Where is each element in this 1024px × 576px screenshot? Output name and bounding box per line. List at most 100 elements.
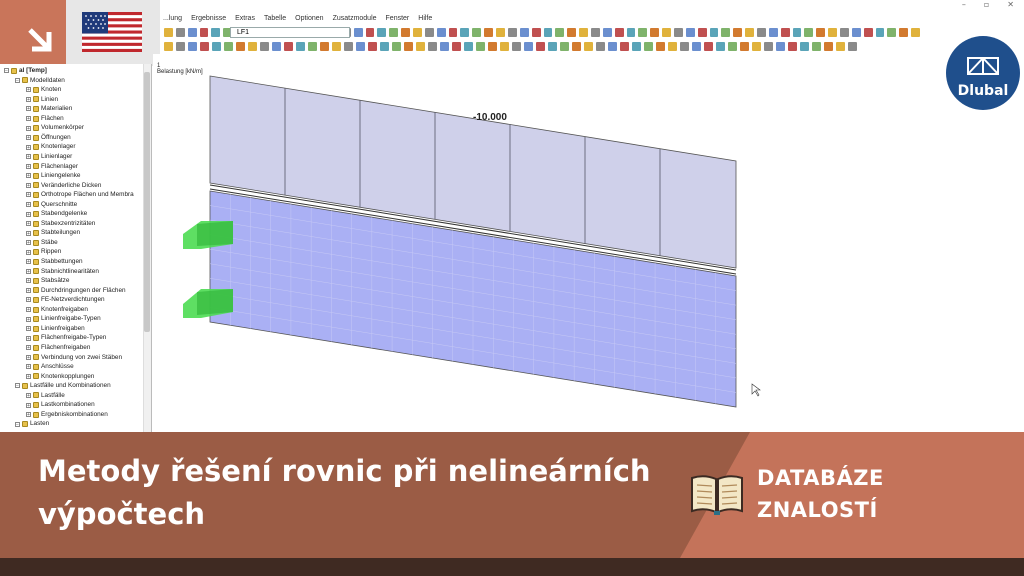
toolbar-button[interactable] <box>464 42 473 51</box>
menu-item[interactable]: Optionen <box>295 15 323 22</box>
expand-toggle-icon[interactable]: + <box>26 402 31 408</box>
tree-item[interactable]: + Lastkombinationen <box>26 400 95 410</box>
expand-toggle-icon[interactable]: + <box>26 287 31 293</box>
expand-toggle-icon[interactable]: + <box>26 316 31 322</box>
expand-toggle-icon[interactable]: + <box>26 307 31 313</box>
tree-item[interactable]: + Stabnichtlinearitäten <box>26 267 99 277</box>
toolbar-button[interactable] <box>875 28 885 37</box>
toolbar-button[interactable] <box>812 42 821 51</box>
toolbar-button[interactable] <box>780 28 790 37</box>
toolbar-button[interactable] <box>614 28 624 37</box>
toolbar-button[interactable] <box>745 28 754 37</box>
expand-toggle-icon[interactable]: + <box>26 268 31 274</box>
toolbar-button[interactable] <box>488 42 497 51</box>
toolbar-button[interactable] <box>716 42 725 51</box>
tree-item[interactable]: + Stabteilungen <box>26 228 80 238</box>
expand-toggle-icon[interactable]: + <box>26 354 31 360</box>
toolbar-button[interactable] <box>512 42 521 51</box>
toolbar-button[interactable] <box>764 42 773 51</box>
tree-item[interactable]: + Knotenlager <box>26 142 75 152</box>
toolbar-button[interactable] <box>824 42 833 51</box>
toolbar-button[interactable] <box>368 42 377 51</box>
tree-item[interactable]: + Stabbettungen <box>26 257 83 267</box>
tree-item[interactable]: + Volumenkörper <box>26 123 84 133</box>
tree-item[interactable]: + Stäbe <box>26 238 58 248</box>
expand-toggle-icon[interactable]: + <box>26 240 31 246</box>
tree-item[interactable]: + Anschlüsse <box>26 362 74 372</box>
menu-item[interactable]: Ergebnisse <box>191 15 226 22</box>
tree-item[interactable]: + Flächenfreigaben <box>26 343 90 353</box>
toolbar-button[interactable] <box>668 42 677 51</box>
toolbar-button[interactable] <box>673 28 683 37</box>
toolbar-button[interactable] <box>436 28 446 37</box>
toolbar-button[interactable] <box>685 28 695 37</box>
toolbar-button[interactable] <box>804 28 814 37</box>
toolbar-button[interactable] <box>428 42 437 51</box>
toolbar-button[interactable] <box>721 28 731 37</box>
toolbar-button[interactable] <box>632 42 641 51</box>
toolbar-button[interactable] <box>602 28 612 37</box>
toolbar-button[interactable] <box>500 42 509 51</box>
expand-toggle-icon[interactable]: + <box>26 154 31 160</box>
toolbar-button[interactable] <box>356 42 365 51</box>
expand-toggle-icon[interactable]: + <box>26 182 31 188</box>
toolbar-button[interactable] <box>344 42 353 51</box>
toolbar-button[interactable] <box>164 28 173 37</box>
tree-item[interactable]: + Linienfreigaben <box>26 324 85 334</box>
menu-item[interactable]: Hilfe <box>418 15 432 22</box>
menu-item[interactable]: Fenster <box>386 15 410 22</box>
toolbar-button[interactable] <box>380 42 389 51</box>
toolbar-button[interactable] <box>662 28 671 37</box>
toolbar-button[interactable] <box>236 42 245 51</box>
expand-toggle-icon[interactable]: + <box>26 116 31 122</box>
expand-toggle-icon[interactable]: + <box>26 192 31 198</box>
minimize-button[interactable]: – <box>962 0 966 10</box>
toolbar-button[interactable] <box>452 42 461 51</box>
toolbar-button[interactable] <box>644 42 653 51</box>
tree-item[interactable]: + Liniengelenke <box>26 171 80 181</box>
toolbar-button[interactable] <box>697 28 707 37</box>
tree-item[interactable]: + FE-Netzverdichtungen <box>26 295 105 305</box>
toolbar-button[interactable] <box>816 28 826 37</box>
toolbar-button[interactable] <box>887 28 897 37</box>
toolbar-button[interactable] <box>284 42 293 51</box>
toolbar-button[interactable] <box>496 28 505 37</box>
toolbar-button[interactable] <box>596 42 605 51</box>
expand-toggle-icon[interactable]: + <box>26 249 31 255</box>
tree-item[interactable]: + Knoten <box>26 85 61 95</box>
toolbar-button[interactable] <box>224 42 233 51</box>
toolbar-button[interactable] <box>332 42 341 51</box>
expand-toggle-icon[interactable]: + <box>26 87 31 93</box>
tree-item[interactable]: + Linienlager <box>26 152 72 162</box>
toolbar-button[interactable] <box>507 28 517 37</box>
toolbar-button[interactable] <box>440 42 449 51</box>
expand-toggle-icon[interactable]: + <box>26 326 31 332</box>
toolbar-button[interactable] <box>164 42 173 51</box>
tree-item[interactable]: + Verbindung von zwei Stäben <box>26 353 122 363</box>
menu-item[interactable]: Extras <box>235 15 255 22</box>
toolbar-button[interactable] <box>353 28 363 37</box>
toolbar-button[interactable] <box>211 28 221 37</box>
toolbar-button[interactable] <box>199 28 209 37</box>
toolbar-button[interactable] <box>560 42 569 51</box>
maximize-button[interactable]: ▫ <box>984 0 989 10</box>
expand-toggle-icon[interactable]: + <box>26 364 31 370</box>
toolbar-button[interactable] <box>404 42 413 51</box>
expand-toggle-icon[interactable]: + <box>26 373 31 379</box>
toolbar-button[interactable] <box>416 42 425 51</box>
tree-item[interactable]: + Ergebniskombinationen <box>26 410 108 420</box>
expand-toggle-icon[interactable]: + <box>26 392 31 398</box>
toolbar-button[interactable] <box>555 28 565 37</box>
toolbar-button[interactable] <box>448 28 458 37</box>
expand-toggle-icon[interactable]: + <box>26 412 31 418</box>
toolbar-button[interactable] <box>728 42 737 51</box>
toolbar-button[interactable] <box>536 42 545 51</box>
expand-toggle-icon[interactable]: + <box>26 163 31 169</box>
toolbar-button[interactable] <box>519 28 529 37</box>
toolbar-button[interactable] <box>733 28 743 37</box>
expand-toggle-icon[interactable]: + <box>26 173 31 179</box>
toolbar-button[interactable] <box>389 28 399 37</box>
toolbar-button[interactable] <box>524 42 533 51</box>
tree-item[interactable]: + Flächenfreigabe-Typen <box>26 333 106 343</box>
tree-item[interactable]: + Veränderliche Dicken <box>26 181 101 191</box>
